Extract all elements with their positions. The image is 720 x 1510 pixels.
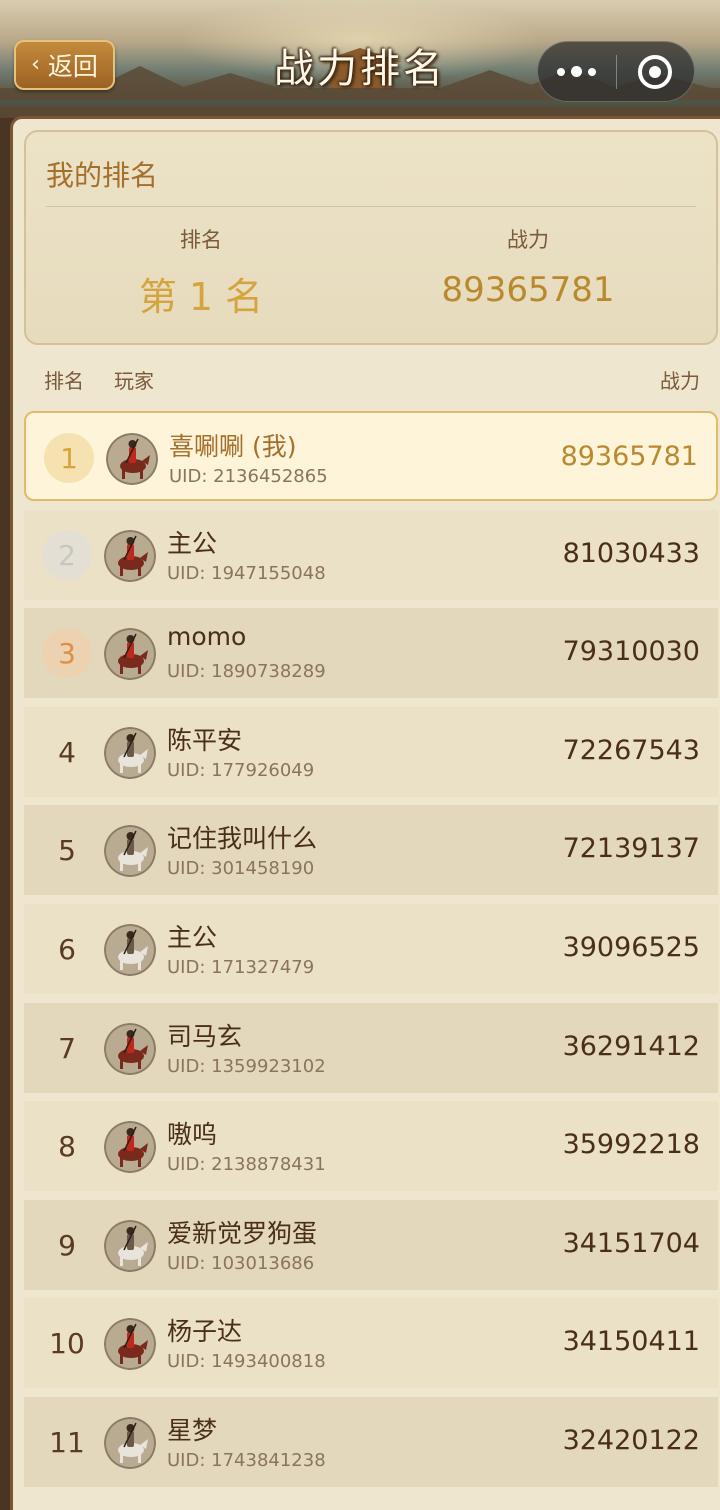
table-row[interactable]: 1 喜唰唰 (我) UID: 2136452865 89365781 [24,411,718,501]
rank-number: 2 [42,530,92,580]
rank-number: 1 [44,433,94,483]
avatar[interactable] [104,1318,156,1370]
rank-number: 5 [58,833,76,867]
table-row[interactable]: 11 星梦 UID: 1743841238 32420122 [24,1397,718,1487]
player-uid: UID: 2138878431 [167,1154,326,1175]
rank-number: 11 [49,1425,85,1459]
player-name: 司马玄 [167,1022,243,1051]
my-power-value: 89365781 [441,270,615,310]
avatar[interactable] [104,1023,156,1075]
player-uid: UID: 301458190 [167,858,315,879]
header-power: 战力 [660,369,700,393]
player-power: 39096525 [562,932,700,963]
player-name: 陈平安 [167,726,243,755]
table-row[interactable]: 2 主公 UID: 1947155048 81030433 [24,510,718,600]
table-row[interactable]: 7 司马玄 UID: 1359923102 36291412 [24,1003,718,1093]
rank-number: 8 [58,1129,76,1163]
rank-number: 3 [42,628,92,678]
avatar[interactable] [106,433,158,485]
header-player: 玩家 [114,369,154,393]
player-uid: UID: 177926049 [167,760,315,781]
avatar[interactable] [104,727,156,779]
player-power: 81030433 [562,538,700,569]
player-uid: UID: 1890738289 [167,661,326,682]
list-header: 排名 玩家 战力 [24,362,700,393]
player-power: 79310030 [562,636,700,667]
my-rank-stat: 排名 第 1 名 [31,224,371,321]
rank-number: 4 [58,735,76,769]
table-row[interactable]: 10 杨子达 UID: 1493400818 34150411 [24,1298,718,1388]
avatar[interactable] [104,628,156,680]
my-rank-value: 第 1 名 [138,275,264,319]
table-row[interactable]: 9 爱新觉罗狗蛋 UID: 103013686 34151704 [24,1200,718,1290]
player-name: 星梦 [167,1416,218,1445]
table-row[interactable]: 8 嗷呜 UID: 2138878431 35992218 [24,1101,718,1191]
player-power: 89365781 [560,441,698,472]
player-uid: UID: 103013686 [167,1253,315,1274]
rank-number: 6 [58,932,76,966]
top-bar: ‹ 返回 战力排名 [0,0,720,118]
player-uid: UID: 171327479 [167,957,315,978]
table-row[interactable]: 3 momo UID: 1890738289 79310030 [24,608,718,698]
player-power: 34151704 [562,1228,700,1259]
rank-number: 9 [58,1228,76,1262]
avatar[interactable] [104,924,156,976]
avatar[interactable] [104,1417,156,1469]
player-uid: UID: 1947155048 [167,563,326,584]
player-uid: UID: 1359923102 [167,1056,326,1077]
player-power: 72139137 [562,833,700,864]
player-uid: UID: 1493400818 [167,1351,326,1372]
player-power: 72267543 [562,735,700,766]
player-uid: UID: 1743841238 [167,1450,326,1471]
table-row[interactable]: 5 记住我叫什么 UID: 301458190 72139137 [24,805,718,895]
player-name: 主公 [167,529,218,558]
rank-number: 7 [58,1031,76,1065]
avatar[interactable] [104,1121,156,1173]
player-name: 记住我叫什么 [167,824,318,853]
target-circle-icon[interactable] [617,42,695,101]
player-power: 35992218 [562,1129,700,1160]
player-power: 34150411 [562,1326,700,1357]
player-name: 爱新觉罗狗蛋 [167,1219,318,1248]
rank-number: 10 [49,1326,85,1360]
avatar[interactable] [104,530,156,582]
avatar[interactable] [104,825,156,877]
avatar[interactable] [104,1220,156,1272]
table-row[interactable]: 6 主公 UID: 171327479 39096525 [24,904,718,994]
player-name: 杨子达 [167,1317,243,1346]
player-name: 主公 [167,923,218,952]
my-power-label: 战力 [507,228,549,252]
player-uid: UID: 2136452865 [169,466,328,487]
player-name: momo [167,622,247,651]
my-power-stat: 战力 89365781 [358,224,698,310]
table-row[interactable]: 4 陈平安 UID: 177926049 72267543 [24,707,718,797]
my-rank-title: 我的排名 [46,159,159,192]
more-dots-icon[interactable] [538,42,616,101]
card-divider [46,206,696,207]
player-power: 36291412 [562,1031,700,1062]
player-name: 喜唰唰 (我) [169,432,297,461]
player-name: 嗷呜 [167,1120,218,1149]
header-rank: 排名 [44,369,84,393]
my-rank-label: 排名 [180,228,222,252]
player-power: 32420122 [562,1425,700,1456]
mini-program-capsule [537,41,695,102]
my-rank-card: 我的排名 排名 第 1 名 战力 89365781 [24,130,718,345]
